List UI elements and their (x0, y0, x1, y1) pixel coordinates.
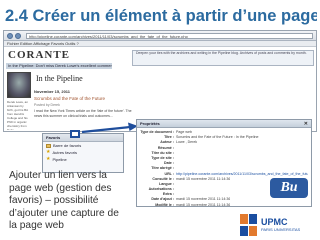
browser-chrome: http://pipeline.corante.com/archives/201… (4, 31, 316, 41)
favorites-item-label: Pipeline (52, 157, 67, 162)
star-icon: ★ (46, 156, 51, 162)
topic-bar: In the Pipeline: Don't miss Derek Lowe's… (6, 63, 112, 69)
upmc-subtitle: PARIS UNIVERSITAS (261, 227, 301, 232)
forward-icon[interactable] (15, 32, 21, 39)
favorites-header: Favoris (43, 134, 123, 142)
back-icon[interactable] (7, 32, 13, 39)
property-value[interactable]: Lowe , Derek (176, 140, 197, 145)
author-photo (7, 72, 31, 98)
blog-header[interactable]: In the Pipeline (32, 72, 120, 86)
properties-titlebar: Propriétés ✕ (137, 120, 311, 128)
bookmark-bar-text: Deepen your ties with the archives and w… (136, 51, 307, 55)
star-icon: ★ (46, 149, 51, 155)
upmc-name: UPMC (261, 217, 288, 227)
folder-icon (46, 143, 51, 148)
property-row[interactable]: Modifié le : mardi 15 novembre 2011 11:14… (140, 203, 308, 208)
address-bar[interactable]: http://pipeline.corante.com/archives/201… (26, 32, 313, 39)
favorites-panel: Favoris Barre de favoris ★ Autres favori… (42, 133, 124, 173)
property-value[interactable]: mardi 15 novembre 2011 11:14:36 (176, 203, 230, 208)
post-meta: Posted by Derek (34, 103, 60, 107)
slide-title: 2.4 Créer un élément à partir d’une page… (5, 7, 317, 25)
bookmark-bar: Deepen your ties with the archives and w… (132, 50, 314, 66)
slide-caption: Ajouter un lien vers la page web (gestio… (9, 170, 119, 231)
bu-logo: Bu (270, 178, 308, 198)
favorites-item[interactable]: ★ Pipeline (43, 156, 123, 163)
favorites-item[interactable]: Barre de favoris (43, 142, 123, 149)
property-value[interactable]: mardi 15 novembre 2011 11:14:36 (176, 177, 230, 182)
pointer-arrow (82, 122, 138, 134)
add-favorite-button[interactable] (70, 130, 80, 138)
upmc-logo: UPMC PARIS UNIVERSITAS (240, 212, 318, 238)
properties-title: Propriétés (140, 121, 160, 126)
post-date: November 15, 2011 (34, 89, 71, 94)
favorites-item-label: Barre de favoris (53, 143, 82, 148)
close-icon[interactable]: ✕ (304, 120, 308, 127)
favorites-item-label: Autres favoris (52, 150, 77, 155)
site-logo[interactable]: CORANTE (8, 49, 70, 61)
browser-menu-bar[interactable]: Fichier Edition Affichage Favoris Outils… (4, 41, 316, 47)
sidebar-bio: Derek Lowe, an Arkansan by birth, got hi… (7, 100, 29, 130)
post-title-link[interactable]: Scrumbs and the Fate of the Future (34, 96, 134, 101)
property-key: Modifié le : (155, 202, 174, 207)
favorites-item[interactable]: ★ Autres favoris (43, 149, 123, 156)
browser-screenshot: http://pipeline.corante.com/archives/201… (3, 30, 317, 132)
upmc-mark-icon (240, 214, 258, 236)
